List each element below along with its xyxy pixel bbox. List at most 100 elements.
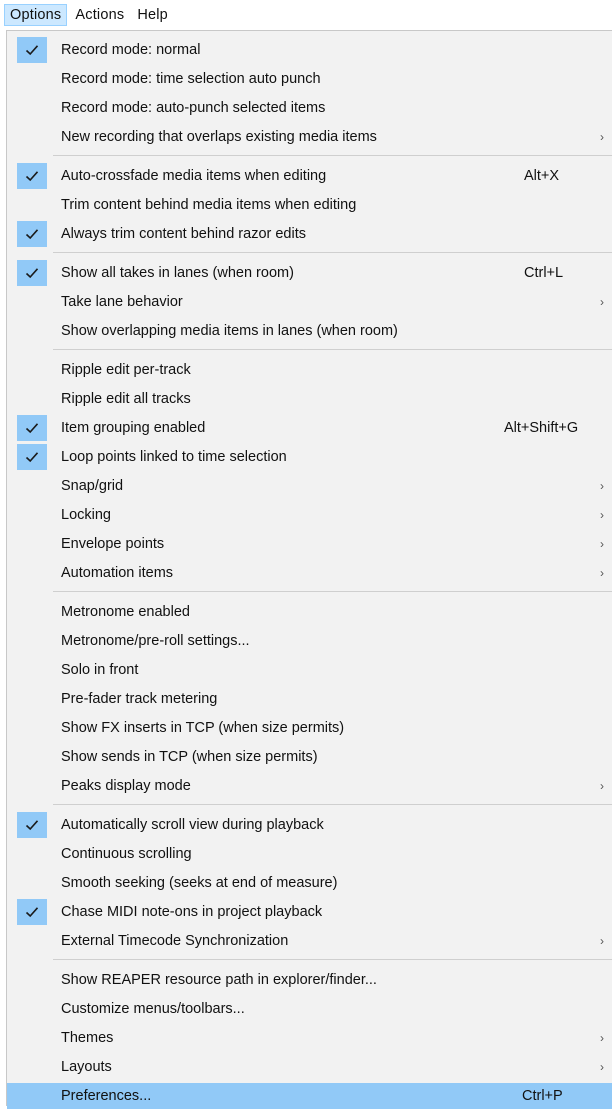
menubar-options[interactable]: Options (4, 4, 68, 26)
chevron-right-icon: › (600, 508, 604, 522)
menu-item-label: Item grouping enabled (61, 420, 206, 436)
menu-item-show-overlapping-media-items-in-lanes-when-room[interactable]: Show overlapping media items in lanes (w… (7, 318, 612, 344)
menu-item-pre-fader-track-metering[interactable]: Pre-fader track metering (7, 686, 612, 712)
menu-item-label: Trim content behind media items when edi… (61, 197, 357, 213)
chevron-right-icon: › (600, 1031, 604, 1045)
menu-item-label: Themes (61, 1030, 114, 1046)
menu-item-label: Automation items (61, 565, 174, 581)
menu-item-label: Pre-fader track metering (61, 691, 218, 707)
chevron-right-icon: › (600, 934, 604, 948)
chevron-right-icon: › (600, 295, 604, 309)
menu-separator (53, 155, 612, 156)
menu-separator (53, 959, 612, 960)
menu-item-peaks-display-mode[interactable]: Peaks display mode › (7, 773, 612, 799)
menu-item-trim-content-behind-media-items-when-editing[interactable]: Trim content behind media items when edi… (7, 192, 612, 218)
menu-item-shortcut: Ctrl+P (522, 1088, 563, 1104)
chevron-right-icon: › (600, 479, 604, 493)
menu-item-auto-crossfade-media-items-when-editing[interactable]: Auto-crossfade media items when editing A… (7, 163, 612, 189)
menu-item-label: Solo in front (61, 662, 139, 678)
check-icon (17, 812, 47, 838)
menu-item-label: Snap/grid (61, 478, 124, 494)
menu-item-record-mode-auto-punch-selected-items[interactable]: Record mode: auto-punch selected items (7, 95, 612, 121)
menu-item-locking[interactable]: Locking › (7, 502, 612, 528)
menu-item-automation-items[interactable]: Automation items › (7, 560, 612, 586)
menu-item-label: Chase MIDI note-ons in project playback (61, 904, 323, 920)
menu-item-take-lane-behavior[interactable]: Take lane behavior › (7, 289, 612, 315)
menu-item-show-fx-inserts-in-tcp-when-size-permits[interactable]: Show FX inserts in TCP (when size permit… (7, 715, 612, 741)
menubar-help[interactable]: Help (132, 4, 173, 26)
menu-item-envelope-points[interactable]: Envelope points › (7, 531, 612, 557)
chevron-right-icon: › (600, 1060, 604, 1074)
menu-item-label: Layouts (61, 1059, 112, 1075)
menu-item-record-mode-time-selection-auto-punch[interactable]: Record mode: time selection auto punch (7, 66, 612, 92)
menu-item-themes[interactable]: Themes › (7, 1025, 612, 1051)
menu-item-label: Metronome enabled (61, 604, 190, 620)
menu-item-shortcut: Alt+X (524, 168, 560, 184)
menu-item-label: Preferences... (61, 1088, 152, 1104)
menu-item-snap-grid[interactable]: Snap/grid › (7, 473, 612, 499)
options-dropdown-menu: Record mode: normal Record mode: time sel… (6, 30, 612, 1109)
chevron-right-icon: › (600, 537, 604, 551)
menu-item-show-all-takes-in-lanes-when-room[interactable]: Show all takes in lanes (when room) Ctrl+… (7, 260, 612, 286)
menu-item-label: Ripple edit per-track (61, 362, 191, 378)
menu-item-record-mode-normal[interactable]: Record mode: normal (7, 37, 612, 63)
menu-item-solo-in-front[interactable]: Solo in front (7, 657, 612, 683)
menu-item-label: Customize menus/toolbars... (61, 1001, 245, 1017)
menu-item-ripple-edit-all-tracks[interactable]: Ripple edit all tracks (7, 386, 612, 412)
menu-item-ripple-edit-per-track[interactable]: Ripple edit per-track (7, 357, 612, 383)
menu-item-item-grouping-enabled[interactable]: Item grouping enabled Alt+Shift+G (7, 415, 612, 441)
menu-item-label: Take lane behavior (61, 294, 183, 310)
menu-item-label: Show all takes in lanes (when room) (61, 265, 294, 281)
menu-item-preferences[interactable]: Preferences... Ctrl+P (7, 1083, 612, 1109)
menu-item-label: Automatically scroll view during playbac… (61, 817, 324, 833)
menu-item-label: Show sends in TCP (when size permits) (61, 749, 318, 765)
chevron-right-icon: › (600, 779, 604, 793)
menu-item-label: Continuous scrolling (61, 846, 192, 862)
menu-item-label: Record mode: auto-punch selected items (61, 100, 326, 116)
menu-item-show-sends-in-tcp-when-size-permits[interactable]: Show sends in TCP (when size permits) (7, 744, 612, 770)
menu-item-label: Show FX inserts in TCP (when size permit… (61, 720, 345, 736)
check-icon (17, 37, 47, 63)
menu-item-automatically-scroll-view-during-playback[interactable]: Automatically scroll view during playbac… (7, 812, 612, 838)
menu-item-label: Auto-crossfade media items when editing (61, 168, 327, 184)
check-icon (17, 415, 47, 441)
menu-item-label: Show overlapping media items in lanes (w… (61, 323, 398, 339)
check-icon (17, 260, 47, 286)
menu-item-shortcut: Ctrl+L (524, 265, 564, 281)
menu-item-label: Loop points linked to time selection (61, 449, 287, 465)
menu-item-shortcut: Alt+Shift+G (504, 420, 579, 436)
menu-item-label: External Timecode Synchronization (61, 933, 289, 949)
menu-item-new-recording-that-overlaps-existing-media-items[interactable]: New recording that overlaps existing med… (7, 124, 612, 150)
menu-item-loop-points-linked-to-time-selection[interactable]: Loop points linked to time selection (7, 444, 612, 470)
menu-item-label: Record mode: time selection auto punch (61, 71, 321, 87)
menu-item-label: Metronome/pre-roll settings... (61, 633, 250, 649)
menu-item-label: Locking (61, 507, 111, 523)
menu-item-layouts[interactable]: Layouts › (7, 1054, 612, 1080)
chevron-right-icon: › (600, 566, 604, 580)
menu-item-always-trim-content-behind-razor-edits[interactable]: Always trim content behind razor edits (7, 221, 612, 247)
menu-item-label: Smooth seeking (seeks at end of measure) (61, 875, 338, 891)
menubar-actions[interactable]: Actions (70, 4, 129, 26)
menu-item-external-timecode-synchronization[interactable]: External Timecode Synchronization › (7, 928, 612, 954)
menu-item-label: Show REAPER resource path in explorer/fi… (61, 972, 377, 988)
menu-separator (53, 349, 612, 350)
chevron-right-icon: › (600, 130, 604, 144)
menu-separator (53, 591, 612, 592)
menu-item-chase-midi-note-ons-in-project-playback[interactable]: Chase MIDI note-ons in project playback (7, 899, 612, 925)
check-icon (17, 163, 47, 189)
menu-bar: Options Actions Help (0, 0, 612, 30)
menu-separator (53, 804, 612, 805)
check-icon (17, 221, 47, 247)
menu-item-label: Envelope points (61, 536, 165, 552)
check-icon (17, 444, 47, 470)
menu-item-continuous-scrolling[interactable]: Continuous scrolling (7, 841, 612, 867)
menu-item-smooth-seeking-seeks-at-end-of-measure[interactable]: Smooth seeking (seeks at end of measure) (7, 870, 612, 896)
menu-item-customize-menus-toolbars[interactable]: Customize menus/toolbars... (7, 996, 612, 1022)
menu-item-show-reaper-resource-path-in-explorer-finder[interactable]: Show REAPER resource path in explorer/fi… (7, 967, 612, 993)
menu-item-label: Always trim content behind razor edits (61, 226, 306, 242)
menu-item-label: New recording that overlaps existing med… (61, 129, 377, 145)
menu-item-metronome-enabled[interactable]: Metronome enabled (7, 599, 612, 625)
menu-item-metronome-pre-roll-settings[interactable]: Metronome/pre-roll settings... (7, 628, 612, 654)
check-icon (17, 899, 47, 925)
menu-item-label: Ripple edit all tracks (61, 391, 191, 407)
